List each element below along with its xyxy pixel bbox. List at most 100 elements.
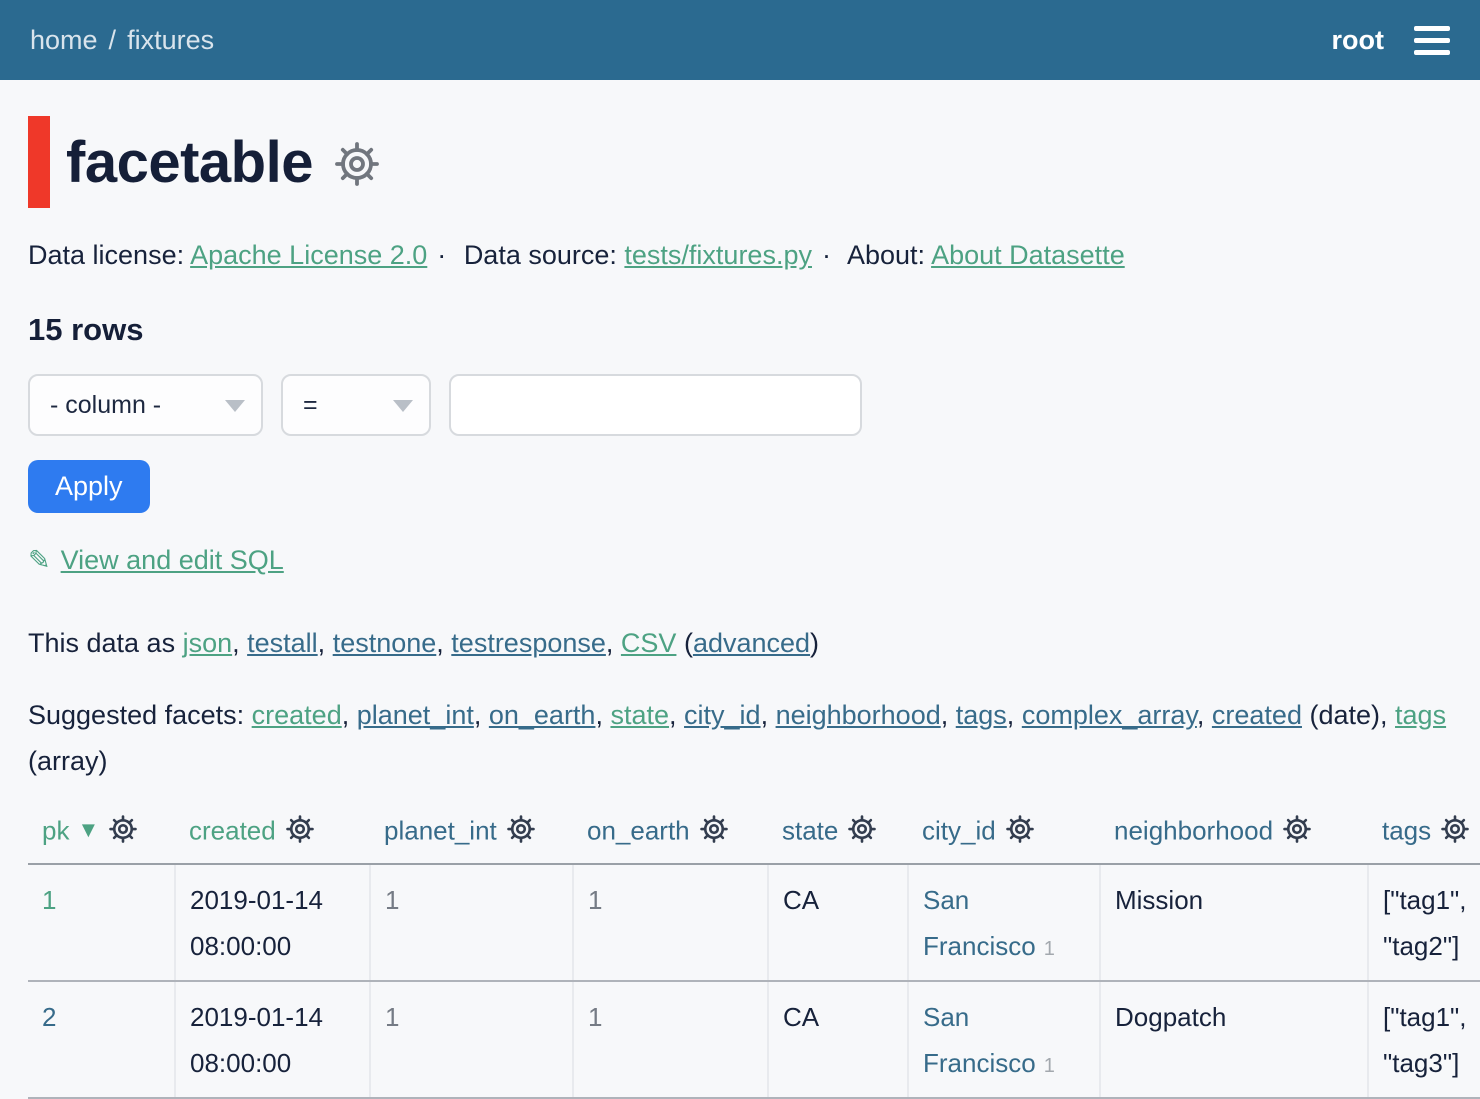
facet-link-city-id[interactable]: city_id	[684, 700, 761, 730]
filter-column-select[interactable]: - column -	[28, 374, 263, 436]
export-link-testall[interactable]: testall	[247, 628, 318, 658]
license-link[interactable]: Apache License 2.0	[190, 240, 427, 270]
facet-comma: ,	[941, 700, 956, 730]
column-sort-link-city-id[interactable]: city_id	[922, 815, 996, 845]
select-dropdown-arrow-icon	[393, 400, 413, 412]
column-options-gear-icon[interactable]	[847, 820, 877, 850]
breadcrumb-home-link[interactable]: home	[30, 25, 98, 56]
filter-row: - column - =	[28, 374, 1452, 436]
facet-link-created[interactable]: created	[252, 700, 342, 730]
export-line: This data as json, testall, testnone, te…	[28, 620, 1452, 666]
facet-comma: ,	[342, 700, 357, 730]
created-value: 2019-01-14 08:00:00	[190, 885, 323, 961]
facet-comma: ,	[669, 700, 684, 730]
column-options-gear-icon[interactable]	[1282, 820, 1312, 850]
column-header-state: state	[768, 808, 908, 864]
suggested-facets-line: Suggested facets: created, planet_int, o…	[28, 692, 1452, 784]
cell-created: 2019-01-14 08:00:00	[175, 864, 370, 981]
column-sort-link-state[interactable]: state	[782, 815, 838, 845]
cell-pk: 2	[28, 981, 175, 1098]
facet-link-tags-array[interactable]: tags	[1395, 700, 1446, 730]
export-advanced-prefix: (	[676, 628, 693, 658]
city-id-link[interactable]: San Francisco	[923, 885, 1036, 961]
cell-tags: ["tag1", "tag3"]	[1368, 981, 1480, 1098]
column-options-gear-icon[interactable]	[1005, 820, 1035, 850]
export-comma: ,	[436, 628, 451, 658]
facet-suffix: (array)	[28, 746, 108, 776]
column-header-city-id: city_id	[908, 808, 1100, 864]
cell-on-earth: 1	[573, 981, 768, 1098]
export-link-testnone[interactable]: testnone	[333, 628, 437, 658]
source-link[interactable]: tests/fixtures.py	[624, 240, 812, 270]
facet-link-complex-array[interactable]: complex_array	[1022, 700, 1197, 730]
sort-desc-icon: ▼	[77, 817, 99, 842]
column-options-gear-icon[interactable]	[108, 820, 138, 850]
cell-city-id: San Francisco1	[908, 981, 1100, 1098]
column-sort-link-neighborhood[interactable]: neighborhood	[1114, 815, 1273, 845]
planet-int-value: 1	[385, 1002, 399, 1032]
apply-button[interactable]: Apply	[28, 460, 150, 513]
facet-link-created-date[interactable]: created	[1212, 700, 1302, 730]
column-header-created: created	[175, 808, 370, 864]
facet-link-planet-int[interactable]: planet_int	[357, 700, 474, 730]
city-id-link[interactable]: San Francisco	[923, 1002, 1036, 1078]
view-edit-sql-link[interactable]: View and edit SQL	[61, 545, 284, 575]
on-earth-value: 1	[588, 1002, 602, 1032]
metadata-dot: ·	[437, 240, 446, 270]
filter-operator-select[interactable]: =	[281, 374, 431, 436]
facet-link-on-earth[interactable]: on_earth	[489, 700, 596, 730]
neighborhood-value: Mission	[1115, 885, 1203, 915]
facet-link-neighborhood[interactable]: neighborhood	[776, 700, 941, 730]
column-options-gear-icon[interactable]	[285, 820, 315, 850]
metadata-line: Data license: Apache License 2.0· Data s…	[28, 238, 1452, 272]
table-row: 1 2019-01-14 08:00:00 1 1 CA San Francis…	[28, 864, 1480, 981]
filter-value-input[interactable]	[449, 374, 862, 436]
facet-comma: ,	[761, 700, 776, 730]
column-options-gear-icon[interactable]	[1440, 820, 1470, 850]
row-pk-link[interactable]: 1	[42, 885, 56, 915]
breadcrumb-table-link[interactable]: fixtures	[127, 25, 214, 56]
facet-comma: ,	[474, 700, 489, 730]
column-header-pk: pk ▼	[28, 808, 175, 864]
facet-link-state[interactable]: state	[610, 700, 669, 730]
column-sort-link-pk[interactable]: pk	[42, 815, 69, 845]
filter-operator-value: =	[303, 391, 318, 420]
export-link-advanced[interactable]: advanced	[693, 628, 810, 658]
column-sort-link-tags[interactable]: tags	[1382, 815, 1431, 845]
select-dropdown-arrow-icon	[225, 400, 245, 412]
pencil-icon: ✎	[28, 545, 51, 575]
export-link-json[interactable]: json	[183, 628, 233, 658]
title-row: facetable	[28, 116, 1452, 208]
column-options-gear-icon[interactable]	[506, 820, 536, 850]
metadata-dot: ·	[822, 240, 831, 270]
row-count-heading: 15 rows	[28, 312, 1452, 348]
cell-created: 2019-01-14 08:00:00	[175, 981, 370, 1098]
cell-neighborhood: Mission	[1100, 864, 1368, 981]
export-link-testresponse[interactable]: testresponse	[451, 628, 606, 658]
row-pk-link[interactable]: 2	[42, 1002, 56, 1032]
hamburger-menu-icon[interactable]	[1414, 22, 1450, 59]
rows-table-wrap: pk ▼ created planet_int on_earth state	[28, 808, 1452, 1099]
tags-value: ["tag1", "tag3"]	[1383, 1002, 1467, 1078]
navbar-right: root	[1332, 22, 1450, 59]
column-sort-link-created[interactable]: created	[189, 815, 276, 845]
column-sort-link-on-earth[interactable]: on_earth	[587, 815, 690, 845]
sql-line: ✎ View and edit SQL	[28, 545, 1452, 576]
column-sort-link-planet-int[interactable]: planet_int	[384, 815, 497, 845]
column-header-neighborhood: neighborhood	[1100, 808, 1368, 864]
cell-planet-int: 1	[370, 981, 573, 1098]
export-comma: ,	[318, 628, 333, 658]
neighborhood-value: Dogpatch	[1115, 1002, 1226, 1032]
export-comma: ,	[606, 628, 621, 658]
about-link[interactable]: About Datasette	[931, 240, 1125, 270]
city-id-count: 1	[1044, 938, 1055, 960]
facet-comma: ,	[1007, 700, 1022, 730]
rows-table: pk ▼ created planet_int on_earth state	[28, 808, 1480, 1099]
planet-int-value: 1	[385, 885, 399, 915]
breadcrumb: home / fixtures	[30, 25, 214, 56]
facet-link-tags[interactable]: tags	[956, 700, 1007, 730]
table-options-gear-icon[interactable]	[333, 140, 381, 193]
export-link-csv[interactable]: CSV	[621, 628, 677, 658]
created-value: 2019-01-14 08:00:00	[190, 1002, 323, 1078]
column-options-gear-icon[interactable]	[699, 820, 729, 850]
